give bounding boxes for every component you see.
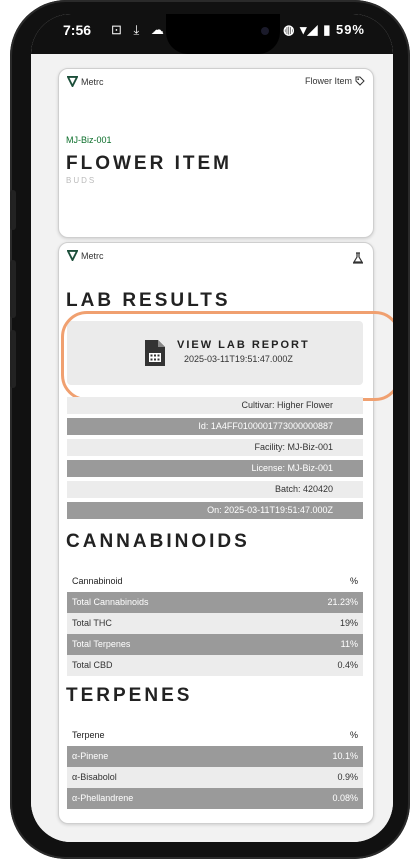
- view-lab-report-label: VIEW LAB REPORT: [177, 339, 310, 351]
- battery-icon: ▮: [323, 22, 332, 37]
- meta-cultivar: Cultivar: Higher Flower: [67, 397, 363, 414]
- document-icon: [145, 340, 165, 366]
- volume-down-button: [10, 330, 16, 388]
- table-row: α-Pinene 10.1%: [67, 746, 363, 767]
- flask-icon[interactable]: [352, 252, 364, 264]
- row-value: 21.23%: [327, 597, 358, 607]
- row-name: Total CBD: [72, 660, 113, 670]
- table-row: α-Phellandrene 0.08%: [67, 788, 363, 809]
- item-title: FLOWER ITEM: [66, 153, 232, 174]
- meta-id: Id: 1A4FF0100001773000000887: [67, 418, 363, 435]
- signal-icons: ◍ ▾◢: [283, 22, 319, 37]
- volume-up-button: [10, 260, 16, 318]
- brand-label: Metrc: [81, 250, 104, 261]
- battery-level: 59%: [335, 22, 365, 37]
- row-name: Total Terpenes: [72, 639, 131, 649]
- table-header-row: Terpene %: [67, 725, 363, 746]
- meta-facility: Facility: MJ-Biz-001: [67, 439, 363, 456]
- tag-icon: [355, 76, 365, 86]
- column-header-percent: %: [349, 730, 358, 740]
- status-bar: 7:56 ⊡ ⤓ ☁ ◍ ▾◢ ▮ 59%: [31, 14, 393, 54]
- front-camera: [261, 27, 269, 35]
- row-value: 10.1%: [332, 751, 358, 761]
- item-subtitle: BUDS: [66, 176, 97, 185]
- column-header-percent: %: [349, 576, 358, 586]
- table-row: α-Bisabolol 0.9%: [67, 767, 363, 788]
- row-name: α-Pinene: [72, 751, 109, 761]
- row-value: 0.9%: [337, 772, 358, 782]
- flower-item-card[interactable]: Metrc Flower Item MJ-Biz-001 FLOWER ITEM…: [58, 68, 374, 238]
- item-license: MJ-Biz-001: [66, 135, 112, 145]
- meta-license: License: MJ-Biz-001: [67, 460, 363, 477]
- metrc-logo-icon: [67, 76, 78, 87]
- table-row: Total CBD 0.4%: [67, 655, 363, 676]
- metrc-brand: Metrc: [67, 76, 104, 87]
- mute-switch: [10, 190, 16, 230]
- page-content: Metrc Flower Item MJ-Biz-001 FLOWER ITEM…: [31, 54, 393, 842]
- status-time: 7:56: [63, 22, 92, 38]
- terpenes-title: TERPENES: [66, 685, 193, 706]
- row-name: Total Cannabinoids: [72, 597, 149, 607]
- meta-date: On: 2025-03-11T19:51:47.000Z: [67, 502, 363, 519]
- notification-icons: ⊡ ⤓ ☁: [111, 22, 168, 37]
- system-status-icons: ◍ ▾◢ ▮ 59%: [283, 22, 365, 38]
- table-row: Total Cannabinoids 21.23%: [67, 592, 363, 613]
- table-row: Total THC 19%: [67, 613, 363, 634]
- camera-notch: [166, 14, 280, 54]
- row-value: 0.4%: [337, 660, 358, 670]
- table-row: Total Terpenes 11%: [67, 634, 363, 655]
- card-type: Flower Item: [305, 76, 365, 86]
- brand-label: Metrc: [81, 76, 104, 87]
- phone-screen: 7:56 ⊡ ⤓ ☁ ◍ ▾◢ ▮ 59% Metrc Flower Item …: [31, 14, 393, 842]
- card-type-label: Flower Item: [304, 76, 352, 86]
- metrc-brand: Metrc: [67, 250, 104, 261]
- cannabinoids-title: CANNABINOIDS: [66, 531, 250, 552]
- row-value: 11%: [340, 639, 358, 649]
- meta-batch: Batch: 420420: [67, 481, 363, 498]
- column-header-cannabinoid: Cannabinoid: [72, 576, 123, 586]
- lab-metadata-list: Cultivar: Higher Flower Id: 1A4FF0100001…: [67, 397, 363, 523]
- table-header-row: Cannabinoid %: [67, 571, 363, 592]
- column-header-terpene: Terpene: [72, 730, 105, 740]
- row-name: α-Phellandrene: [72, 793, 134, 803]
- view-lab-report-button[interactable]: VIEW LAB REPORT 2025-03-11T19:51:47.000Z: [67, 321, 363, 385]
- lab-report-date: 2025-03-11T19:51:47.000Z: [184, 354, 293, 364]
- metrc-logo-icon: [67, 250, 78, 261]
- row-name: Total THC: [72, 618, 112, 628]
- row-value: 19%: [339, 618, 358, 628]
- lab-results-title: LAB RESULTS: [66, 290, 231, 311]
- terpenes-table: Terpene % α-Pinene 10.1% α-Bisabolol 0.9…: [67, 725, 363, 809]
- lab-results-card: Metrc LAB RESULTS VIEW LAB REPORT 2025-0…: [58, 242, 393, 824]
- row-name: α-Bisabolol: [72, 772, 117, 782]
- row-value: 0.08%: [332, 793, 358, 803]
- cannabinoids-table: Cannabinoid % Total Cannabinoids 21.23% …: [67, 571, 363, 676]
